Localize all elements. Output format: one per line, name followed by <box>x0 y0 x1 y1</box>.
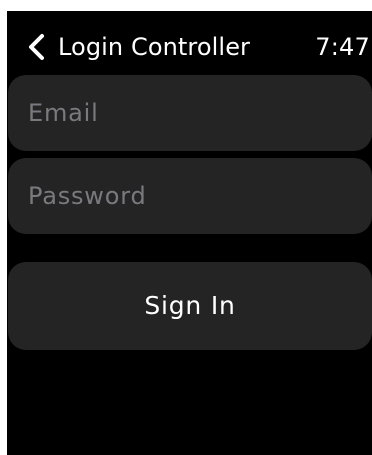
email-placeholder: Email <box>28 99 99 127</box>
sign-in-button[interactable]: Sign In <box>8 262 372 350</box>
back-button[interactable] <box>25 33 47 61</box>
password-placeholder: Password <box>28 182 147 210</box>
page-title: Login Controller <box>58 33 251 61</box>
watch-screen: Login Controller 7:47 Email Password Sig… <box>7 11 372 455</box>
clock-time: 7:47 <box>315 33 370 61</box>
chevron-left-icon <box>29 34 44 60</box>
password-field[interactable]: Password <box>8 158 372 234</box>
email-field[interactable]: Email <box>8 75 372 151</box>
sign-in-label: Sign In <box>144 291 236 320</box>
navigation-bar: Login Controller 7:47 <box>7 11 372 73</box>
